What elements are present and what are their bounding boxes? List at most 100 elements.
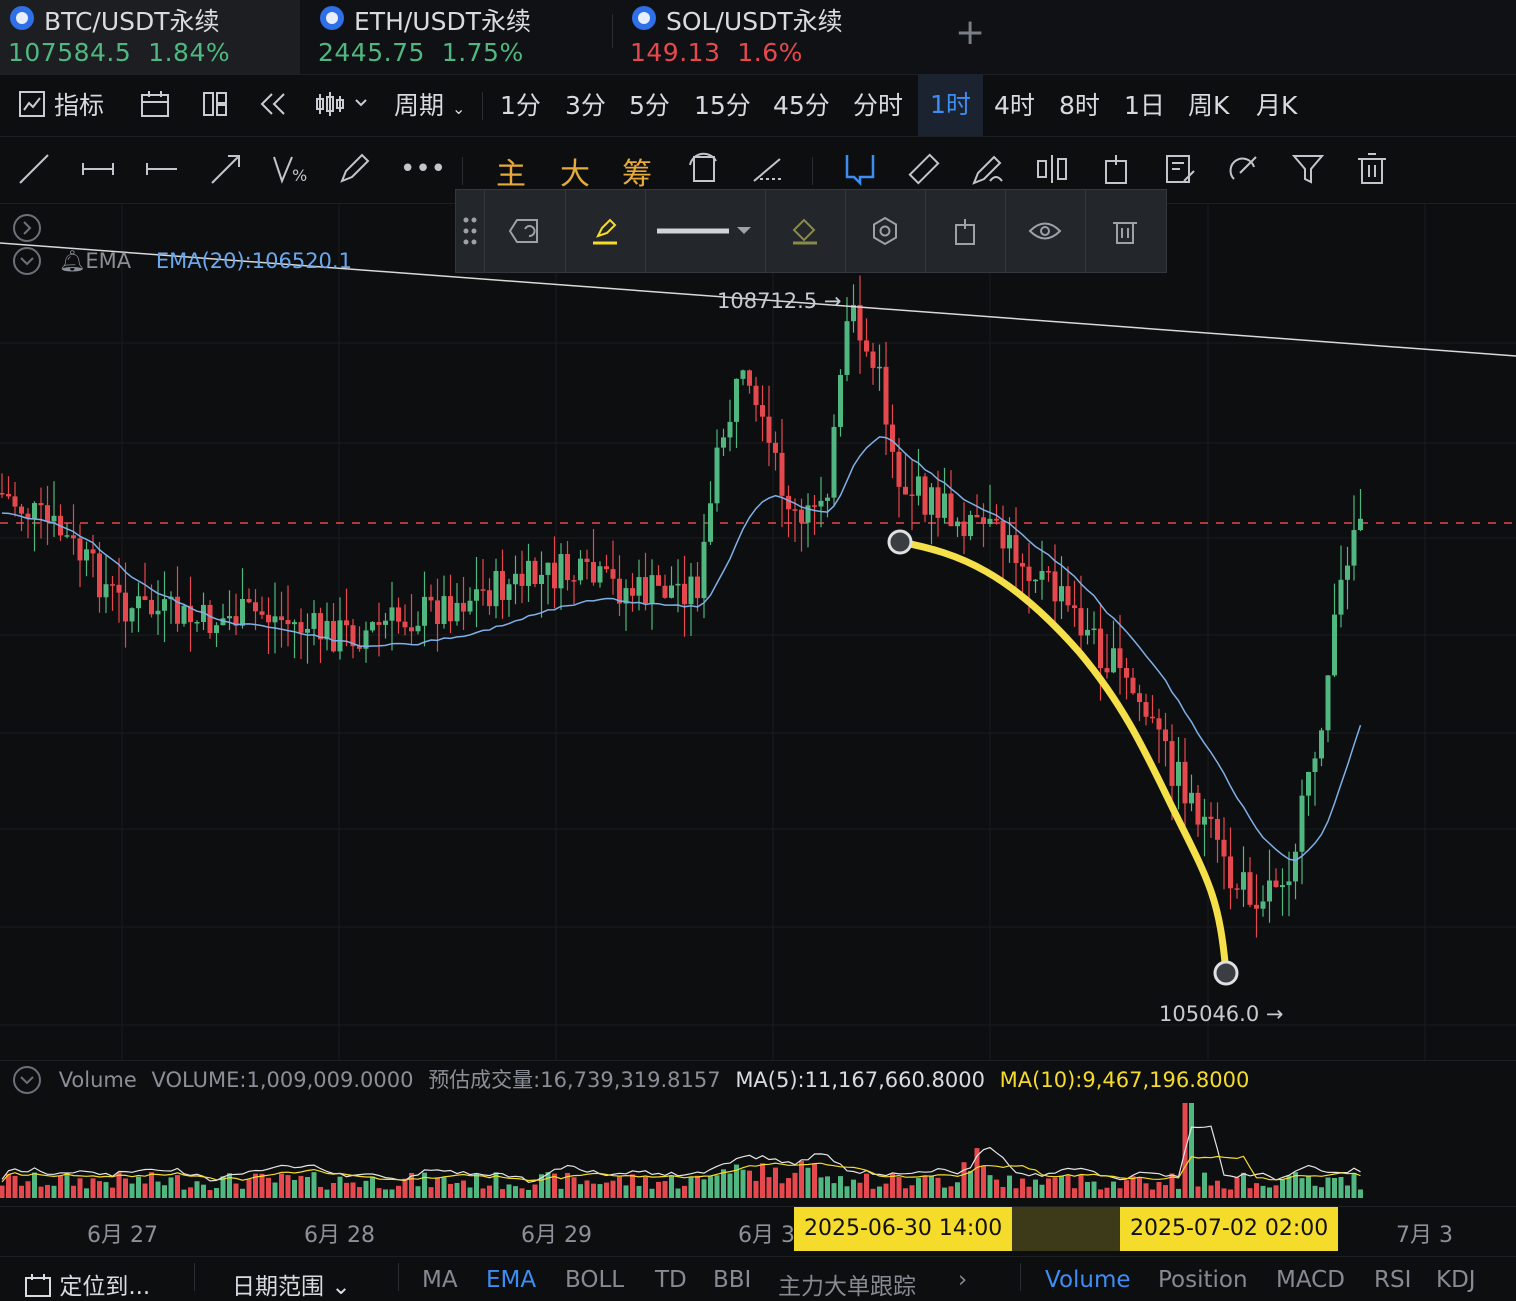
interval-10[interactable]: 周K: [1188, 86, 1229, 122]
indicator-ema[interactable]: EMA: [486, 1267, 536, 1293]
drawing-handle-end[interactable]: [1213, 960, 1239, 986]
indicator-bbi[interactable]: BBI: [713, 1267, 751, 1293]
indicator-button[interactable]: 指标: [18, 86, 104, 122]
interval-9[interactable]: 1日: [1124, 86, 1165, 122]
price-chart[interactable]: [0, 203, 1516, 1060]
indicator-ma[interactable]: MA: [422, 1267, 458, 1293]
candle-body: [656, 575, 661, 586]
candle-body: [1286, 881, 1292, 886]
highlighter-color-icon[interactable]: [565, 190, 646, 272]
candle-body: [422, 596, 427, 626]
date-range-dropdown[interactable]: 日期范围 ⌄: [232, 1267, 351, 1301]
sync-icon[interactable]: [686, 151, 722, 187]
low-price-label: 105046.0 →: [1159, 1002, 1284, 1026]
volume-bar: [383, 1189, 388, 1198]
volume-bar: [1085, 1181, 1090, 1198]
indicator-boll[interactable]: BOLL: [565, 1267, 624, 1293]
ruler-icon[interactable]: [906, 151, 942, 187]
magic-icon[interactable]: [1226, 151, 1262, 187]
big-order-button[interactable]: 大: [560, 149, 590, 193]
highlighter-stroke[interactable]: [896, 538, 1230, 977]
range-start-label[interactable]: 2025-06-30 14:00: [794, 1207, 1013, 1251]
line-style-dropdown[interactable]: [645, 190, 766, 272]
candle-body: [565, 554, 570, 581]
interval-6[interactable]: 1时: [918, 74, 983, 136]
range-end-label[interactable]: 2025-07-02 02:00: [1120, 1207, 1339, 1251]
indicator-main-force[interactable]: 主力大单跟踪: [778, 1267, 916, 1301]
volume-bar: [825, 1176, 830, 1198]
candle-compare-icon[interactable]: [1034, 151, 1070, 187]
fill-color-icon[interactable]: [765, 190, 846, 272]
measure-icon[interactable]: [750, 151, 786, 187]
lock-drawing-icon[interactable]: [925, 190, 1006, 272]
chip-button[interactable]: 筹: [622, 149, 652, 193]
candle-body: [1176, 761, 1181, 786]
arrow-line-icon[interactable]: [208, 151, 244, 187]
indicator-macd[interactable]: MACD: [1276, 1267, 1345, 1293]
volume-bar: [1091, 1181, 1097, 1198]
candle-body: [1078, 608, 1084, 636]
interval-7[interactable]: 4时: [994, 86, 1035, 122]
more-icon[interactable]: •••: [400, 151, 446, 187]
interval-8[interactable]: 8时: [1059, 86, 1100, 122]
delete-drawing-icon[interactable]: [1085, 190, 1165, 272]
fibonacci-icon[interactable]: %: [270, 151, 307, 187]
template-icon[interactable]: [484, 190, 566, 272]
collapse-icon[interactable]: [12, 1065, 42, 1095]
lock-icon[interactable]: [1098, 151, 1134, 187]
candle-body: [71, 535, 76, 539]
add-tab-button[interactable]: +: [955, 12, 985, 53]
trash-icon[interactable]: [1354, 151, 1390, 187]
rewind-icon[interactable]: [258, 90, 288, 124]
candle-type-icon[interactable]: [314, 90, 370, 124]
edit-list-icon[interactable]: [1162, 151, 1198, 187]
chevron-right-icon[interactable]: ›: [958, 1267, 967, 1293]
volume-bar: [45, 1184, 50, 1198]
candle-body: [552, 562, 557, 589]
layout-icon[interactable]: [202, 90, 228, 124]
settings-icon[interactable]: [845, 190, 926, 272]
horizontal-ray-icon[interactable]: [80, 151, 116, 187]
trend-line-icon[interactable]: [16, 151, 52, 187]
tab-btc[interactable]: BTC/USDT永续 107584.5 1.84%: [0, 0, 300, 74]
volume-bar: [1013, 1188, 1019, 1198]
period-toolbar: 指标 周期 ⌄ 1分 3分 5分 15分 45分 分时 1时 4时 8时 1日 周K 月K: [0, 74, 1516, 137]
interval-1[interactable]: 3分: [565, 86, 606, 122]
candle-body: [695, 576, 700, 599]
interval-11[interactable]: 月K: [1256, 86, 1297, 122]
drawing-handle-start[interactable]: [887, 529, 913, 555]
interval-4[interactable]: 45分: [773, 86, 830, 122]
alert-bell-icon[interactable]: 🔔︎: [59, 249, 86, 273]
collapse-icon[interactable]: [12, 246, 42, 276]
expand-icon[interactable]: [12, 213, 42, 247]
indicator-td[interactable]: TD: [655, 1267, 687, 1293]
indicator-rsi[interactable]: RSI: [1374, 1267, 1411, 1293]
indicator-position[interactable]: Position: [1158, 1267, 1248, 1293]
visibility-icon[interactable]: [1005, 190, 1086, 272]
volume-bar: [604, 1182, 609, 1198]
interval-5[interactable]: 分时: [853, 86, 903, 122]
tab-eth[interactable]: ETH/USDT永续 2445.75 1.75%: [310, 0, 610, 74]
volume-bar: [831, 1183, 837, 1198]
volume-chart[interactable]: [0, 1098, 1516, 1202]
drag-handle-icon[interactable]: [456, 190, 485, 272]
indicator-kdj[interactable]: KDJ: [1436, 1267, 1476, 1293]
interval-3[interactable]: 15分: [694, 86, 751, 122]
pen-icon[interactable]: [970, 151, 1006, 187]
filter-icon[interactable]: [1290, 151, 1326, 187]
locate-button[interactable]: 定位到...: [24, 1267, 150, 1301]
tab-sol[interactable]: SOL/USDT永续 149.13 1.6%: [622, 0, 922, 74]
interval-0[interactable]: 1分: [500, 86, 541, 122]
calendar-icon[interactable]: [140, 90, 170, 124]
indicator-volume[interactable]: Volume: [1045, 1267, 1131, 1293]
main-force-button[interactable]: 主: [496, 149, 526, 193]
brush-icon[interactable]: [336, 151, 372, 187]
candle-body: [1013, 535, 1019, 564]
horizontal-line-icon[interactable]: [144, 151, 180, 187]
volume-bar: [870, 1188, 876, 1198]
magnet-icon[interactable]: [842, 151, 878, 187]
interval-2[interactable]: 5分: [629, 86, 670, 122]
volume-bar: [311, 1172, 317, 1198]
cycle-dropdown[interactable]: 周期 ⌄: [394, 86, 465, 122]
candle-body: [214, 625, 219, 633]
